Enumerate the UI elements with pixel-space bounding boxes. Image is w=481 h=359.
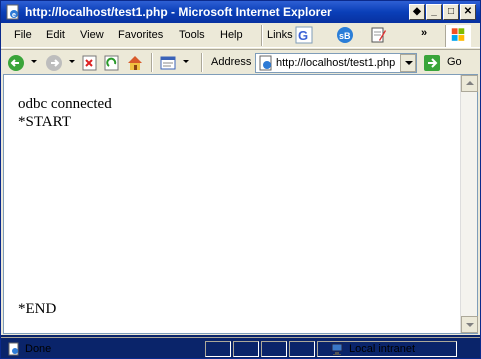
menu-file[interactable]: File [14, 29, 32, 41]
refresh-icon[interactable] [103, 54, 121, 72]
sb-link-icon[interactable]: sB [336, 26, 354, 44]
back-icon[interactable] [7, 54, 25, 72]
svg-text:e: e [12, 12, 16, 19]
restore-small-button[interactable]: ◆ [409, 4, 425, 20]
google-link-icon[interactable]: G [295, 26, 313, 44]
forward-dropdown-icon[interactable] [69, 60, 75, 63]
maximize-button[interactable]: □ [443, 4, 459, 20]
edit-page-icon[interactable] [159, 54, 177, 72]
scroll-up-button[interactable] [461, 75, 478, 92]
edit-page-link-icon[interactable] [369, 26, 387, 44]
links-separator [261, 25, 263, 46]
browser-window: e http://localhost/test1.php - Microsoft… [0, 0, 481, 359]
address-bar[interactable]: http://localhost/test1.php [255, 53, 417, 73]
address-dropdown-button[interactable] [400, 54, 416, 72]
page-done-icon [8, 342, 19, 356]
back-dropdown-icon[interactable] [31, 60, 37, 63]
doc-line: *START [18, 114, 71, 130]
page-icon [259, 55, 272, 71]
menu-tools[interactable]: Tools [179, 29, 205, 41]
minimize-button[interactable]: _ [426, 4, 442, 20]
go-arrow-icon[interactable] [423, 54, 441, 72]
windows-logo-icon [445, 25, 471, 47]
doc-end-line: *END [18, 301, 57, 317]
ie-page-icon: e [6, 4, 19, 20]
more-links-chevron[interactable]: » [421, 27, 427, 39]
close-button[interactable]: ✕ [460, 4, 476, 20]
go-button[interactable]: Go [447, 56, 462, 68]
menu-bar: File Edit View Favorites Tools Help Link… [1, 23, 480, 48]
svg-text:G: G [298, 28, 308, 43]
links-label[interactable]: Links [267, 29, 293, 41]
edit-page-dropdown-icon[interactable] [183, 60, 189, 63]
toolbar-separator [151, 53, 153, 72]
doc-line: odbc connected [18, 96, 112, 112]
menu-edit[interactable]: Edit [46, 29, 65, 41]
stop-icon[interactable] [81, 54, 99, 72]
browser-chrome: File Edit View Favorites Tools Help Link… [1, 23, 480, 357]
address-label: Address [211, 56, 252, 68]
status-pane [289, 341, 315, 357]
menu-help[interactable]: Help [220, 29, 243, 41]
toolbar-separator [201, 53, 203, 72]
forward-icon[interactable] [45, 54, 63, 72]
page-content: odbc connected *START *END [3, 74, 478, 334]
standard-toolbar: Address http://localhost/test1.php Go [1, 49, 480, 74]
svg-text:sB: sB [339, 31, 351, 41]
status-pane [205, 341, 231, 357]
menu-view[interactable]: View [80, 29, 104, 41]
title-bar: e http://localhost/test1.php - Microsoft… [1, 1, 480, 23]
status-pane [233, 341, 259, 357]
menu-favorites[interactable]: Favorites [118, 29, 163, 41]
status-pane [261, 341, 287, 357]
document-body: odbc connected *START [18, 95, 112, 131]
status-bar: Done Local intranet [1, 337, 480, 359]
home-icon[interactable] [126, 54, 144, 72]
window-title: http://localhost/test1.php - Microsoft I… [25, 5, 332, 19]
local-intranet-icon [331, 343, 343, 355]
zone-text: Local intranet [349, 343, 416, 355]
vertical-scrollbar[interactable] [460, 75, 478, 333]
scroll-down-button[interactable] [461, 316, 478, 333]
status-text: Done [25, 343, 52, 355]
address-input[interactable]: http://localhost/test1.php [276, 57, 395, 69]
